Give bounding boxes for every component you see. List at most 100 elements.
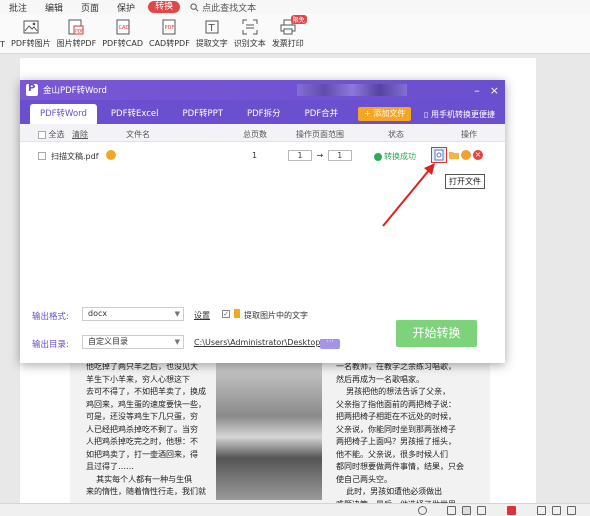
ribbon-label: 发票打印: [271, 39, 304, 48]
ribbon-label: 识别文本: [233, 39, 266, 48]
fullscreen-icon[interactable]: [567, 506, 576, 515]
cad-to-pdf-icon: PDF: [162, 19, 176, 35]
status-text: 转换成功: [384, 152, 416, 161]
app-logo-icon: [26, 83, 38, 96]
image-to-pdf-icon: PDF: [68, 19, 85, 35]
svg-text:T: T: [207, 23, 215, 34]
add-file-button[interactable]: + 添加文件: [358, 107, 412, 121]
arrow-right-icon: →: [316, 151, 324, 160]
close-icon[interactable]: ×: [490, 84, 499, 97]
col-status: 状态: [388, 130, 404, 139]
clear-link[interactable]: 清除: [72, 129, 88, 140]
phone-convert-link[interactable]: ▯ 用手机转换更便捷: [424, 109, 495, 120]
page-range: 1 → 1: [288, 150, 352, 161]
menu-page[interactable]: 页面: [72, 1, 108, 14]
share-icon[interactable]: [461, 150, 471, 160]
dialog-title: 金山PDF转Word: [43, 86, 107, 96]
col-actions: 操作: [461, 130, 477, 139]
free-badge: 限免: [290, 15, 307, 24]
file-pages: 1: [252, 151, 258, 160]
select-all-checkbox[interactable]: 全选: [38, 129, 65, 140]
book-right-column: 一名教师，在教学之余练习唱歌， 然后再成为一名歌唱家。 男孩把他的想法告诉了父亲…: [336, 362, 464, 509]
pdf-to-cad-button[interactable]: CAD PDF转CAD: [99, 13, 146, 53]
cad-to-pdf-button[interactable]: PDF CAD转PDF: [146, 13, 193, 53]
book-left-column: 他吃掉了两只羊之后，也没见大 羊生下小羊来，穷人心想这下 去可不得了，不如把羊卖…: [86, 362, 206, 496]
extract-images-label: 提取图片中的文字: [244, 311, 308, 320]
col-page-range: 操作页面范围: [296, 130, 344, 139]
open-file-button[interactable]: [431, 147, 447, 163]
open-file-icon: [434, 149, 444, 161]
ocr-button[interactable]: 识别文本: [231, 13, 269, 53]
ribbon-label: 图片转PDF: [56, 39, 97, 48]
tab-pdf-to-word[interactable]: PDF转Word: [30, 104, 97, 124]
invoice-print-button[interactable]: 发票打印 限免: [269, 13, 307, 53]
fit-width-icon[interactable]: [552, 506, 561, 515]
extract-text-button[interactable]: T 提取文字: [193, 13, 231, 53]
menu-convert[interactable]: 转换: [148, 1, 181, 13]
convert-ribbon: T PDF转图片 PDF 图片转PDF CAD PDF转CAD PDF CAD转…: [0, 14, 590, 54]
row-checkbox[interactable]: [38, 151, 46, 160]
settings-link[interactable]: 设置: [194, 310, 210, 321]
file-name: 扫描文稿.pdf: [51, 152, 99, 161]
ocr-icon: [242, 19, 258, 35]
ribbon-label: PDF转图片: [11, 39, 51, 48]
output-dir-label: 输出目录:: [32, 340, 69, 350]
svg-text:PDF: PDF: [75, 29, 84, 35]
tab-pdf-merge[interactable]: PDF合并: [295, 104, 349, 124]
select-all-label: 全选: [48, 130, 65, 139]
continuous-page-icon[interactable]: [462, 506, 471, 515]
extract-images-checkbox[interactable]: ✓: [222, 310, 230, 318]
page-to-input[interactable]: 1: [327, 150, 352, 161]
output-path[interactable]: C:\Users\Administrator\Desktop\: [194, 338, 323, 347]
format-label: 输出格式:: [32, 312, 69, 322]
browse-button[interactable]: ···: [320, 338, 340, 349]
page-from-input[interactable]: 1: [288, 150, 312, 161]
dialog-titlebar: 金山PDF转Word – ×: [20, 80, 505, 100]
tab-pdf-to-ppt[interactable]: PDF转PPT: [173, 104, 234, 124]
phone-label: 用手机转换更便捷: [431, 110, 495, 119]
menu-edit[interactable]: 编辑: [36, 1, 72, 14]
vip-icon: [106, 150, 116, 160]
extract-text-icon: T: [205, 20, 219, 34]
col-filename: 文件名: [126, 130, 150, 139]
svg-text:PDF: PDF: [165, 25, 175, 31]
open-folder-icon[interactable]: [448, 149, 462, 163]
eye-icon[interactable]: [418, 506, 427, 515]
pdf-to-word-dialog: 金山PDF转Word – × PDF转Word PDF转Excel PDF转PP…: [20, 80, 505, 363]
tab-pdf-to-excel[interactable]: PDF转Excel: [101, 104, 169, 124]
menu-protect[interactable]: 保护: [108, 1, 144, 14]
success-icon: [374, 152, 382, 161]
status-bar: [0, 503, 590, 516]
search-icon: [190, 2, 199, 11]
book-photo: [216, 360, 322, 500]
two-page-icon[interactable]: [477, 506, 486, 515]
pdf-to-cad-icon: CAD: [116, 19, 130, 35]
single-page-icon[interactable]: [447, 506, 456, 515]
chevron-down-icon: ▼: [174, 310, 180, 318]
tab-pdf-split[interactable]: PDF拆分: [237, 104, 291, 124]
output-dir-select[interactable]: 自定义目录 ▼: [82, 335, 184, 349]
vip-icon: [234, 309, 240, 318]
delete-icon[interactable]: ×: [473, 150, 483, 160]
status-badge: 转换成功: [374, 151, 416, 162]
image-to-pdf-button[interactable]: PDF 图片转PDF: [54, 13, 100, 53]
file-table-header: 全选 清除 文件名 总页数 操作页面范围 状态 操作: [20, 124, 505, 142]
svg-text:CAD: CAD: [118, 25, 129, 31]
menu-annotate[interactable]: 批注: [0, 1, 36, 14]
format-select[interactable]: docx ▼: [82, 307, 184, 321]
find-text-search[interactable]: 点此查找文本: [190, 1, 256, 14]
minimize-icon[interactable]: –: [474, 84, 480, 97]
image-icon: [23, 20, 39, 34]
col-total-pages: 总页数: [243, 130, 267, 139]
output-settings: 输出格式: docx ▼ 设置 ✓ 提取图片中的文字 输出目录: 自定义目录 ▼ C…: [20, 296, 505, 363]
ribbon-label: 提取文字: [195, 39, 228, 48]
conversion-tabs: PDF转Word PDF转Excel PDF转PPT PDF拆分 PDF合并 +…: [20, 100, 505, 124]
fit-page-icon[interactable]: [537, 506, 546, 515]
search-label: 点此查找文本: [202, 3, 257, 14]
chevron-down-icon: ▼: [174, 338, 180, 346]
output-dir-value: 自定义目录: [88, 337, 128, 346]
pdf-to-image-button[interactable]: PDF转图片: [8, 13, 54, 53]
play-icon[interactable]: [507, 506, 516, 515]
blurred-area: [296, 84, 407, 96]
start-convert-button[interactable]: 开始转换: [396, 320, 477, 347]
